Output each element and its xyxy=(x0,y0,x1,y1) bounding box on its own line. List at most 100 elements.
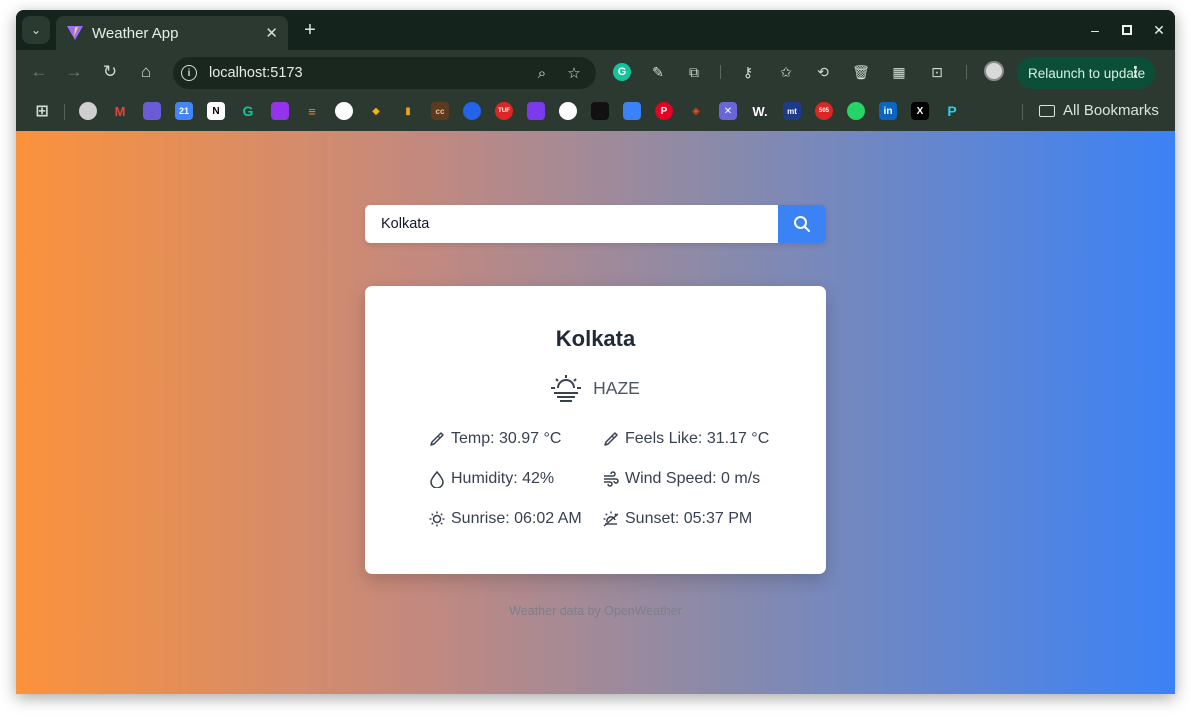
temp-stat: Temp: 30.97 °C xyxy=(429,430,561,448)
relaunch-button[interactable]: Relaunch to update ⋮ xyxy=(1017,57,1155,89)
bookmark-24[interactable]: 505 xyxy=(815,102,833,120)
address-bar[interactable]: i localhost:5173 ⌕ ☆ xyxy=(173,57,596,89)
github-bookmark[interactable] xyxy=(335,102,353,120)
delete-icon[interactable]: 🗑 xyxy=(851,62,871,82)
temp-label: Temp: 30.97 °C xyxy=(451,430,562,447)
chevron-down-icon: ⌄ xyxy=(30,23,42,37)
bookmarks-separator xyxy=(64,104,65,120)
bookmark-18[interactable] xyxy=(623,102,641,120)
account-bookmark[interactable] xyxy=(79,102,97,120)
browser-toolbar: ← → ↻ ⌂ i localhost:5173 ⌕ ☆ G ✎ ⧉ ⚷ ✩ ⟲… xyxy=(16,50,1175,94)
tab-weather-app[interactable]: Weather App ✕ xyxy=(56,16,288,50)
back-button[interactable]: ← xyxy=(28,61,50,83)
figma-bookmark[interactable]: ◈ xyxy=(687,102,705,120)
sun-icon xyxy=(429,511,445,527)
whatsapp-bookmark[interactable] xyxy=(847,102,865,120)
humidity-label: Humidity: 42% xyxy=(451,470,555,487)
sunrise-stat: Sunrise: 06:02 AM xyxy=(429,510,582,528)
forward-button[interactable]: → xyxy=(63,61,85,83)
tab-search-button[interactable]: ⌄ xyxy=(22,16,50,44)
browser-window: ⌄ Weather App ✕ + – ✕ ← → ↻ ⌂ i localhos… xyxy=(16,10,1175,694)
sunset-label: Sunset: 05:37 PM xyxy=(625,510,753,527)
bookmark-15[interactable] xyxy=(527,102,545,120)
close-window-button[interactable]: ✕ xyxy=(1148,19,1170,41)
grammarly-extension-icon[interactable]: G xyxy=(612,62,632,82)
attribution-footer: Weather data by OpenWeather xyxy=(509,604,682,618)
bookmark-7[interactable] xyxy=(271,102,289,120)
thermometer-icon xyxy=(430,432,444,446)
profile-avatar[interactable] xyxy=(984,61,1004,81)
pinterest-bookmark[interactable]: P xyxy=(655,102,673,120)
copilot-bookmark[interactable] xyxy=(143,102,161,120)
url-text: localhost:5173 xyxy=(209,65,303,81)
all-bookmarks-label: All Bookmarks xyxy=(1063,102,1159,119)
calendar-bookmark[interactable]: 21 xyxy=(175,102,193,120)
stackoverflow-bookmark[interactable]: ≡ xyxy=(303,102,321,120)
close-tab-icon[interactable]: ✕ xyxy=(265,24,278,42)
bookmarks-bar: ⊞ M 21 N G ≡ ◆ ▮ cc TUF P ◈ ✕ W. mt 505 … xyxy=(16,94,1175,131)
extensions-icon[interactable]: ⧉ xyxy=(684,62,704,82)
menu-dots-icon[interactable]: ⋮ xyxy=(1128,63,1143,81)
feels-like-stat: Feels Like: 31.17 °C xyxy=(603,430,769,448)
maximize-icon xyxy=(1122,25,1132,35)
apps-grid-icon[interactable]: ⊞ xyxy=(33,102,51,120)
vite-icon xyxy=(67,26,83,40)
reading-list-icon[interactable]: ✩ xyxy=(776,62,796,82)
gmail-bookmark[interactable]: M xyxy=(111,102,129,120)
search-button[interactable] xyxy=(778,205,826,243)
site-info-icon[interactable]: i xyxy=(181,65,197,81)
sunrise-label: Sunrise: 06:02 AM xyxy=(451,510,582,527)
bookmarks-separator xyxy=(1022,104,1023,120)
bookmark-28[interactable]: P xyxy=(943,102,961,120)
bookmark-10[interactable]: ◆ xyxy=(367,102,385,120)
history-icon[interactable]: ⟲ xyxy=(813,62,833,82)
bookmark-17[interactable] xyxy=(591,102,609,120)
wind-icon xyxy=(604,471,619,487)
password-key-icon[interactable]: ⚷ xyxy=(738,62,758,82)
takeuforward-bookmark[interactable]: TUF xyxy=(495,102,513,120)
excalidraw-bookmark[interactable]: ✕ xyxy=(719,102,737,120)
bookmark-star-icon[interactable]: ☆ xyxy=(564,63,584,83)
tab-title: Weather App xyxy=(92,24,179,42)
eyedropper-extension-icon[interactable]: ✎ xyxy=(648,62,668,82)
reload-button[interactable]: ↻ xyxy=(99,61,121,83)
condition-label: HAZE xyxy=(593,377,640,398)
toolbar-separator xyxy=(720,65,721,79)
all-bookmarks-button[interactable]: All Bookmarks xyxy=(1039,102,1159,119)
zoom-icon[interactable]: ⌕ xyxy=(532,63,552,83)
webflow-bookmark[interactable]: W. xyxy=(751,102,769,120)
sunset-stat: Sunset: 05:37 PM xyxy=(603,510,752,528)
x-bookmark[interactable]: X xyxy=(911,102,929,120)
bookmark-13[interactable] xyxy=(463,102,481,120)
weather-page: Kolkata HAZE Temp: 30.97 °C xyxy=(16,131,1175,694)
toolbar-separator xyxy=(966,65,967,79)
haze-icon xyxy=(551,375,582,402)
folder-icon xyxy=(1039,104,1055,117)
home-button[interactable]: ⌂ xyxy=(135,61,157,83)
feels-like-label: Feels Like: 31.17 °C xyxy=(625,430,770,447)
city-name: Kolkata xyxy=(555,326,636,351)
humidity-stat: Humidity: 42% xyxy=(429,470,554,488)
new-tab-button[interactable]: + xyxy=(298,18,322,42)
grammarly-bookmark[interactable]: G xyxy=(239,102,257,120)
weather-card: Kolkata HAZE Temp: 30.97 °C Feels Like: … xyxy=(365,286,826,574)
minimize-button[interactable]: – xyxy=(1084,19,1106,41)
search-bar xyxy=(365,205,826,243)
thermometer-icon xyxy=(604,432,618,446)
wind-stat: Wind Speed: 0 m/s xyxy=(603,470,760,488)
bookmark-11[interactable]: ▮ xyxy=(399,102,417,120)
maximize-button[interactable] xyxy=(1116,19,1138,41)
screenshot-icon[interactable]: ⊡ xyxy=(927,62,947,82)
linkedin-bookmark[interactable]: in xyxy=(879,102,897,120)
city-search-input[interactable] xyxy=(365,205,778,243)
monkeytype-bookmark[interactable]: mt xyxy=(783,102,801,120)
tab-strip: ⌄ Weather App ✕ + – ✕ xyxy=(16,10,1175,50)
side-panel-icon[interactable]: ▦ xyxy=(889,62,909,82)
codechef-bookmark[interactable]: cc xyxy=(431,102,449,120)
search-icon xyxy=(794,216,810,232)
notion-bookmark[interactable]: N xyxy=(207,102,225,120)
weather-condition: HAZE xyxy=(365,374,826,402)
openai-bookmark[interactable] xyxy=(559,102,577,120)
wind-label: Wind Speed: 0 m/s xyxy=(625,470,761,487)
sunset-icon xyxy=(603,511,619,527)
